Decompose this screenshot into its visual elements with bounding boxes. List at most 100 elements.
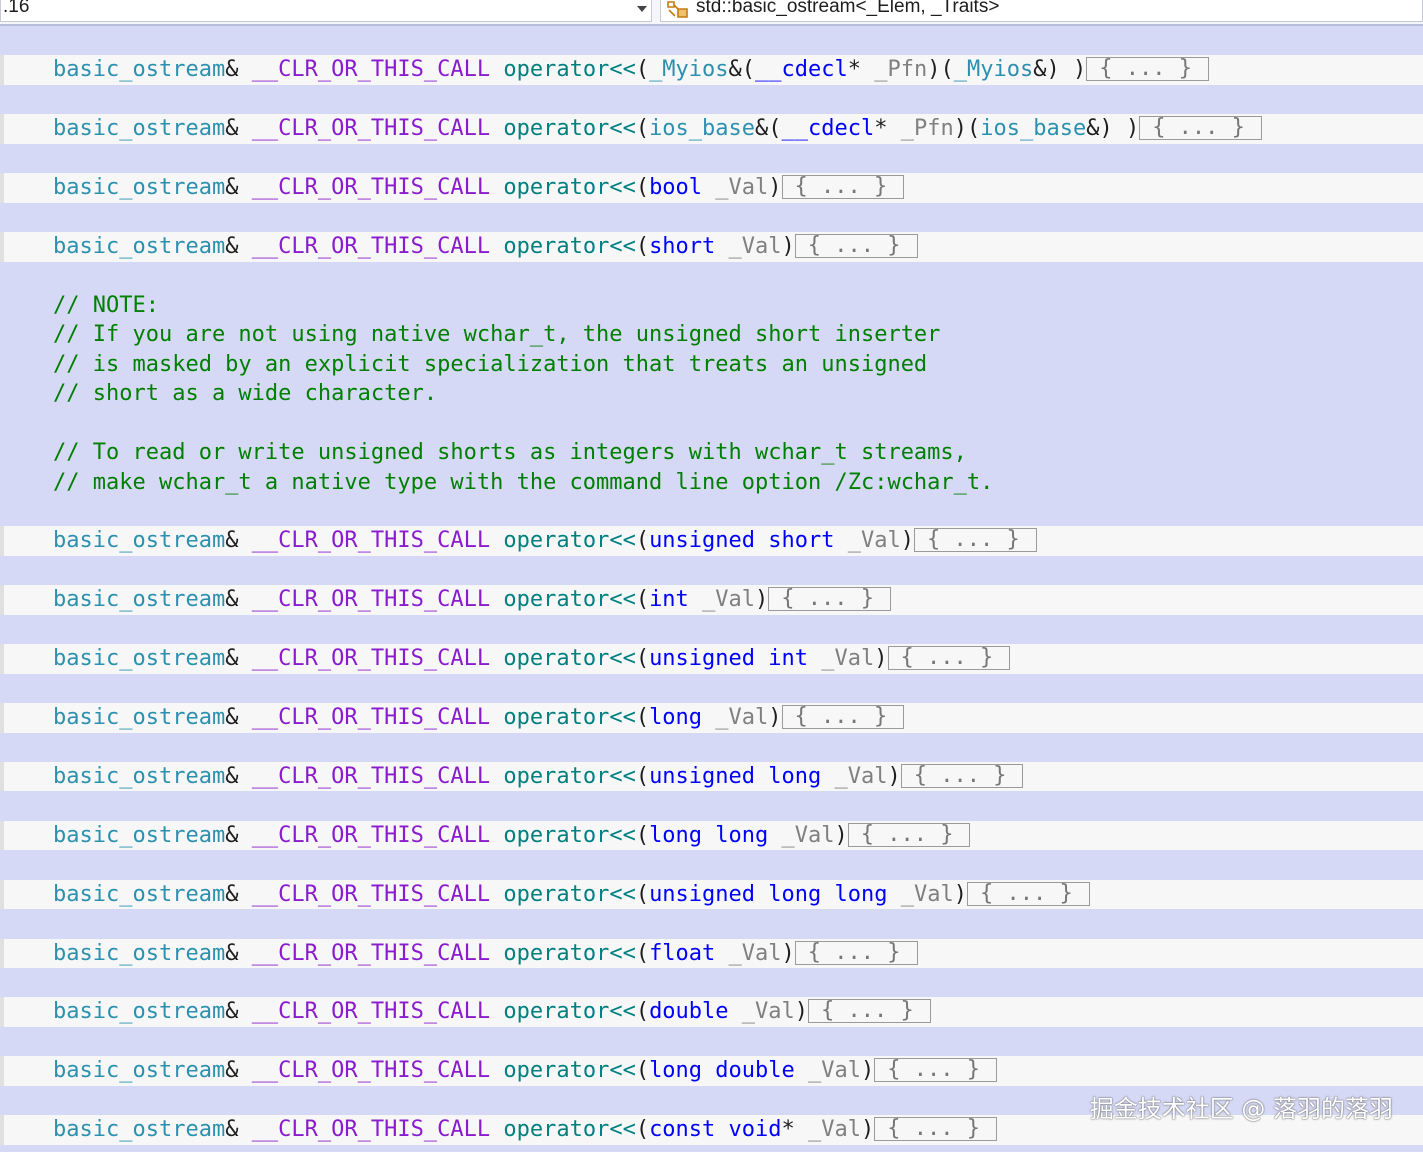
token-plain: ( — [635, 1058, 650, 1084]
token-fn: operator<< — [503, 940, 636, 966]
code-line[interactable]: basic_ostream& __CLR_OR_THIS_CALL operat… — [0, 703, 1423, 733]
collapsed-region-button[interactable]: { ... } — [1086, 57, 1209, 82]
token-macro: __CLR_OR_THIS_CALL — [251, 1117, 491, 1143]
token-kw: float — [649, 940, 716, 966]
token-type: basic_ostream — [53, 940, 226, 966]
token-kw: unsigned int — [649, 646, 809, 672]
code-line[interactable]: basic_ostream& __CLR_OR_THIS_CALL operat… — [0, 55, 1423, 85]
token-plain: ( — [635, 822, 650, 848]
blank-line[interactable] — [0, 203, 1423, 232]
collapsed-region-button[interactable]: { ... } — [768, 587, 892, 612]
code-editor[interactable]: basic_ostream& __CLR_OR_THIS_CALL operat… — [0, 26, 1423, 1145]
blank-line[interactable] — [0, 497, 1423, 526]
collapsed-region-button[interactable]: { ... } — [847, 822, 971, 847]
blank-line[interactable] — [0, 556, 1423, 585]
comment-line[interactable]: // If you are not using native wchar_t, … — [0, 320, 1423, 349]
token-plain: & — [225, 234, 252, 260]
code-line[interactable]: basic_ostream& __CLR_OR_THIS_CALL operat… — [0, 761, 1423, 792]
collapsed-region-button[interactable]: { ... } — [966, 881, 1090, 906]
token-plain: ) — [834, 822, 848, 848]
collapsed-region-button[interactable]: { ... } — [1139, 116, 1262, 141]
code-line[interactable]: basic_ostream& __CLR_OR_THIS_CALL operat… — [0, 173, 1423, 203]
token-plain: ( — [635, 57, 650, 83]
code-line[interactable]: basic_ostream& __CLR_OR_THIS_CALL operat… — [0, 879, 1423, 910]
code-line[interactable]: basic_ostream& __CLR_OR_THIS_CALL operat… — [0, 232, 1423, 262]
token-type: ios_base — [980, 116, 1087, 142]
collapsed-region-button[interactable]: { ... } — [913, 528, 1037, 553]
blank-line[interactable] — [0, 791, 1423, 820]
blank-line[interactable] — [0, 409, 1423, 438]
comment-line[interactable]: // NOTE: — [0, 291, 1423, 320]
token-fn: operator<< — [503, 175, 636, 201]
blank-line[interactable] — [0, 850, 1423, 879]
blank-line[interactable] — [0, 733, 1423, 762]
token-plain: * — [874, 116, 901, 142]
token-plain: & — [225, 528, 252, 554]
token-plain: & — [225, 763, 252, 789]
blank-line[interactable] — [0, 1027, 1423, 1056]
blank-line[interactable] — [0, 674, 1423, 703]
token-param: _Val — [728, 234, 782, 260]
blank-line[interactable] — [0, 262, 1423, 291]
token-plain: & — [225, 705, 252, 731]
token-macro: __CLR_OR_THIS_CALL — [251, 705, 491, 731]
comment-text: // To read or write unsigned shorts as i… — [53, 440, 967, 466]
token-type: basic_ostream — [53, 234, 226, 260]
collapsed-region-button[interactable]: { ... } — [887, 646, 1011, 671]
collapsed-region-button[interactable]: { ... } — [900, 763, 1024, 788]
collapsed-region-button[interactable]: { ... } — [874, 1117, 997, 1142]
line-text: basic_ostream& __CLR_OR_THIS_CALL operat… — [53, 526, 1037, 555]
token-plain: )( — [927, 57, 954, 83]
line-text: basic_ostream& __CLR_OR_THIS_CALL operat… — [53, 939, 918, 968]
token-plain: )( — [953, 116, 981, 142]
blank-line[interactable] — [0, 909, 1423, 938]
blank-line[interactable] — [0, 615, 1423, 644]
collapsed-region-button[interactable]: { ... } — [781, 705, 905, 730]
token-kw: const void — [649, 1117, 782, 1143]
token-macro: __CLR_OR_THIS_CALL — [251, 175, 491, 201]
token-fn: operator<< — [503, 528, 636, 554]
token-param: _Val — [715, 705, 769, 731]
code-line[interactable]: basic_ostream& __CLR_OR_THIS_CALL operat… — [0, 1056, 1423, 1086]
scope-dropdown[interactable]: std::basic_ostream<_Elem, _Traits> — [660, 0, 1423, 22]
collapsed-region-button[interactable]: { ... } — [874, 1058, 997, 1083]
watermark: 掘金技术社区 @ 落羽的落羽 — [1089, 1095, 1393, 1123]
collapsed-region-button[interactable]: { ... } — [781, 175, 905, 200]
code-line[interactable]: basic_ostream& __CLR_OR_THIS_CALL operat… — [0, 644, 1423, 674]
comment-line[interactable]: // make wchar_t a native type with the c… — [0, 468, 1423, 497]
collapsed-region-button[interactable]: { ... } — [794, 940, 918, 965]
line-text: // NOTE: — [53, 291, 159, 320]
token-kw: long double — [649, 1058, 795, 1084]
token-param: _Val — [715, 175, 769, 201]
code-line[interactable]: basic_ostream& __CLR_OR_THIS_CALL operat… — [0, 114, 1423, 144]
token-plain: & — [225, 940, 252, 966]
comment-line[interactable]: // is masked by an explicit specializati… — [0, 350, 1423, 379]
blank-line[interactable] — [0, 26, 1423, 55]
token-kw: long — [649, 705, 703, 731]
member-dropdown[interactable]: .16 — [0, 0, 652, 22]
blank-line[interactable] — [0, 144, 1423, 173]
code-line[interactable]: basic_ostream& __CLR_OR_THIS_CALL operat… — [0, 585, 1423, 615]
code-line[interactable]: basic_ostream& __CLR_OR_THIS_CALL operat… — [0, 526, 1423, 556]
code-line[interactable]: basic_ostream& __CLR_OR_THIS_CALL operat… — [0, 997, 1423, 1027]
blank-line[interactable] — [0, 968, 1423, 997]
collapsed-region-button[interactable]: { ... } — [794, 234, 918, 259]
code-line[interactable]: basic_ostream& __CLR_OR_THIS_CALL operat… — [0, 938, 1423, 968]
token-type: _Myios — [649, 57, 729, 83]
code-line[interactable]: basic_ostream& __CLR_OR_THIS_CALL operat… — [0, 820, 1423, 851]
chevron-down-icon[interactable] — [637, 6, 647, 12]
line-text: basic_ostream& __CLR_OR_THIS_CALL operat… — [53, 1115, 997, 1144]
token-macro: __CLR_OR_THIS_CALL — [251, 940, 491, 966]
blank-line[interactable] — [0, 85, 1423, 114]
comment-line[interactable]: // To read or write unsigned shorts as i… — [0, 438, 1423, 467]
collapsed-region-button[interactable]: { ... } — [808, 999, 931, 1024]
comment-line[interactable]: // short as a wide character. — [0, 379, 1423, 408]
